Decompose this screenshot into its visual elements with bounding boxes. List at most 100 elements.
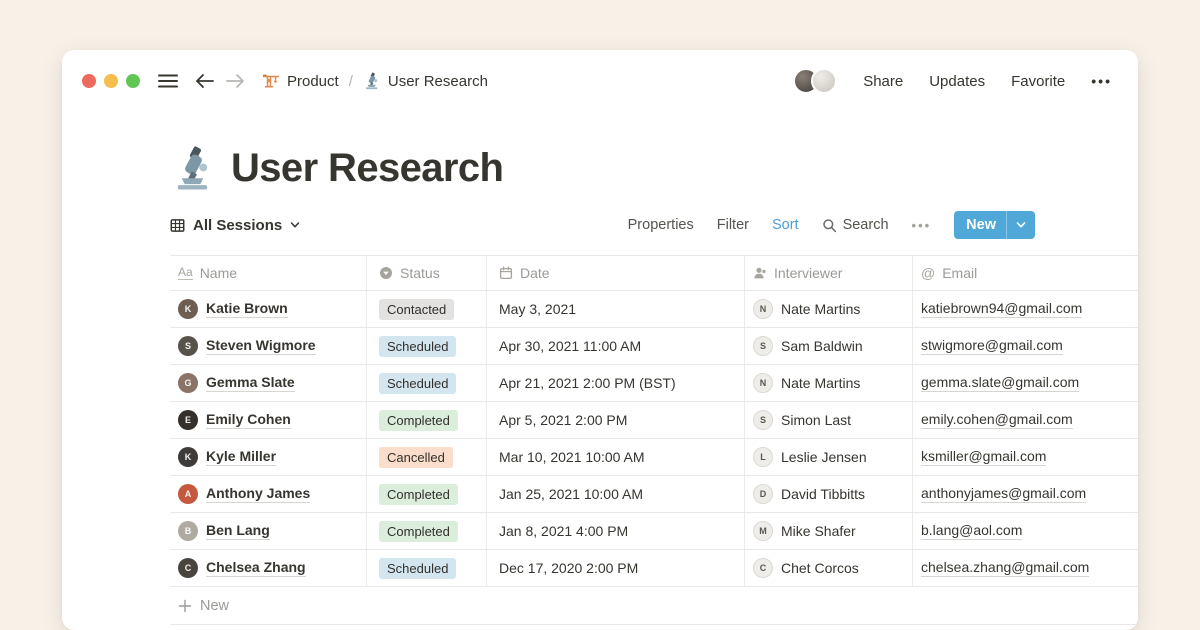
column-header-email[interactable]: @ Email (913, 256, 1138, 290)
table-row[interactable]: C Chelsea Zhang Scheduled Dec 17, 2020 2… (170, 550, 1138, 587)
column-header-name[interactable]: Aa Name (170, 256, 367, 290)
column-header-interviewer[interactable]: Interviewer (745, 256, 913, 290)
updates-button[interactable]: Updates (929, 73, 985, 90)
filter-button[interactable]: Filter (717, 217, 749, 233)
status-badge: Completed (379, 521, 458, 542)
forward-icon[interactable] (226, 73, 246, 89)
new-dropdown-button[interactable] (1007, 221, 1035, 229)
status-cell[interactable]: Cancelled (367, 439, 487, 475)
status-cell[interactable]: Completed (367, 513, 487, 549)
back-icon[interactable] (194, 73, 214, 89)
new-button[interactable]: New (954, 211, 1035, 239)
collaborator-avatars[interactable] (793, 68, 837, 94)
search-button[interactable]: Search (822, 217, 889, 233)
name-cell[interactable]: E Emily Cohen (170, 402, 367, 438)
email-cell[interactable]: b.lang@aol.com (913, 513, 1138, 549)
email-link[interactable]: stwigmore@gmail.com (921, 337, 1063, 356)
status-cell[interactable]: Completed (367, 402, 487, 438)
date-cell[interactable]: Jan 25, 2021 10:00 AM (487, 476, 745, 512)
name-cell[interactable]: G Gemma Slate (170, 365, 367, 401)
name-cell[interactable]: C Chelsea Zhang (170, 550, 367, 586)
view-options-icon[interactable]: ••• (912, 218, 932, 233)
view-switcher[interactable]: All Sessions (170, 217, 300, 234)
table-row[interactable]: G Gemma Slate Scheduled Apr 21, 2021 2:0… (170, 365, 1138, 402)
interviewer-cell[interactable]: C Chet Corcos (745, 550, 913, 586)
more-options-icon[interactable]: ••• (1091, 73, 1112, 89)
email-link[interactable]: gemma.slate@gmail.com (921, 374, 1079, 393)
email-cell[interactable]: anthonyjames@gmail.com (913, 476, 1138, 512)
properties-button[interactable]: Properties (628, 217, 694, 233)
interviewer-cell[interactable]: M Mike Shafer (745, 513, 913, 549)
email-link[interactable]: b.lang@aol.com (921, 522, 1022, 541)
new-row-button[interactable]: New (170, 587, 1138, 625)
row-name-link[interactable]: Anthony James (206, 485, 310, 504)
zoom-window-button[interactable] (126, 74, 140, 88)
table-row[interactable]: E Emily Cohen Completed Apr 5, 2021 2:00… (170, 402, 1138, 439)
row-name-link[interactable]: Kyle Miller (206, 448, 276, 467)
date-cell[interactable]: Dec 17, 2020 2:00 PM (487, 550, 745, 586)
email-cell[interactable]: stwigmore@gmail.com (913, 328, 1138, 364)
email-link[interactable]: ksmiller@gmail.com (921, 448, 1046, 467)
breadcrumb-product[interactable]: Product (262, 72, 339, 90)
new-row-label: New (200, 598, 229, 614)
avatar: C (753, 558, 773, 578)
menu-icon[interactable] (158, 74, 178, 88)
email-cell[interactable]: ksmiller@gmail.com (913, 439, 1138, 475)
row-name-link[interactable]: Emily Cohen (206, 411, 291, 430)
avatar: B (178, 521, 198, 541)
table-row[interactable]: S Steven Wigmore Scheduled Apr 30, 2021 … (170, 328, 1138, 365)
email-link[interactable]: katiebrown94@gmail.com (921, 300, 1082, 319)
date-cell[interactable]: May 3, 2021 (487, 291, 745, 327)
table-row[interactable]: B Ben Lang Completed Jan 8, 2021 4:00 PM… (170, 513, 1138, 550)
status-cell[interactable]: Completed (367, 476, 487, 512)
interviewer-cell[interactable]: L Leslie Jensen (745, 439, 913, 475)
email-link[interactable]: emily.cohen@gmail.com (921, 411, 1073, 430)
status-cell[interactable]: Scheduled (367, 365, 487, 401)
email-cell[interactable]: katiebrown94@gmail.com (913, 291, 1138, 327)
date-value: Jan 25, 2021 10:00 AM (499, 486, 643, 502)
breadcrumb-user-research[interactable]: User Research (363, 72, 488, 90)
table-row[interactable]: A Anthony James Completed Jan 25, 2021 1… (170, 476, 1138, 513)
interviewer-cell[interactable]: N Nate Martins (745, 365, 913, 401)
interviewer-cell[interactable]: S Simon Last (745, 402, 913, 438)
email-cell[interactable]: gemma.slate@gmail.com (913, 365, 1138, 401)
name-cell[interactable]: S Steven Wigmore (170, 328, 367, 364)
column-header-date[interactable]: Date (487, 256, 745, 290)
status-cell[interactable]: Contacted (367, 291, 487, 327)
table-row[interactable]: K Kyle Miller Cancelled Mar 10, 2021 10:… (170, 439, 1138, 476)
favorite-button[interactable]: Favorite (1011, 73, 1065, 90)
minimize-window-button[interactable] (104, 74, 118, 88)
person-icon (753, 266, 767, 280)
row-name-link[interactable]: Steven Wigmore (206, 337, 316, 356)
share-button[interactable]: Share (863, 73, 903, 90)
status-cell[interactable]: Scheduled (367, 328, 487, 364)
date-cell[interactable]: Apr 21, 2021 2:00 PM (BST) (487, 365, 745, 401)
row-name-link[interactable]: Katie Brown (206, 300, 288, 319)
name-cell[interactable]: K Kyle Miller (170, 439, 367, 475)
status-cell[interactable]: Scheduled (367, 550, 487, 586)
interviewer-cell[interactable]: N Nate Martins (745, 291, 913, 327)
row-name-link[interactable]: Gemma Slate (206, 374, 295, 393)
column-header-status[interactable]: Status (367, 256, 487, 290)
interviewer-name: Nate Martins (781, 375, 860, 391)
database-toolbar: All Sessions Properties Filter Sort Sear… (170, 208, 1035, 242)
row-name-link[interactable]: Chelsea Zhang (206, 559, 306, 578)
email-link[interactable]: anthonyjames@gmail.com (921, 485, 1086, 504)
name-cell[interactable]: K Katie Brown (170, 291, 367, 327)
date-cell[interactable]: Apr 5, 2021 2:00 PM (487, 402, 745, 438)
avatar: S (753, 336, 773, 356)
date-cell[interactable]: Mar 10, 2021 10:00 AM (487, 439, 745, 475)
date-cell[interactable]: Jan 8, 2021 4:00 PM (487, 513, 745, 549)
email-cell[interactable]: chelsea.zhang@gmail.com (913, 550, 1138, 586)
interviewer-cell[interactable]: D David Tibbitts (745, 476, 913, 512)
row-name-link[interactable]: Ben Lang (206, 522, 270, 541)
close-window-button[interactable] (82, 74, 96, 88)
date-cell[interactable]: Apr 30, 2021 11:00 AM (487, 328, 745, 364)
email-link[interactable]: chelsea.zhang@gmail.com (921, 559, 1089, 578)
interviewer-cell[interactable]: S Sam Baldwin (745, 328, 913, 364)
email-cell[interactable]: emily.cohen@gmail.com (913, 402, 1138, 438)
table-row[interactable]: K Katie Brown Contacted May 3, 2021 N Na… (170, 291, 1138, 328)
name-cell[interactable]: B Ben Lang (170, 513, 367, 549)
name-cell[interactable]: A Anthony James (170, 476, 367, 512)
sort-button[interactable]: Sort (772, 217, 799, 233)
